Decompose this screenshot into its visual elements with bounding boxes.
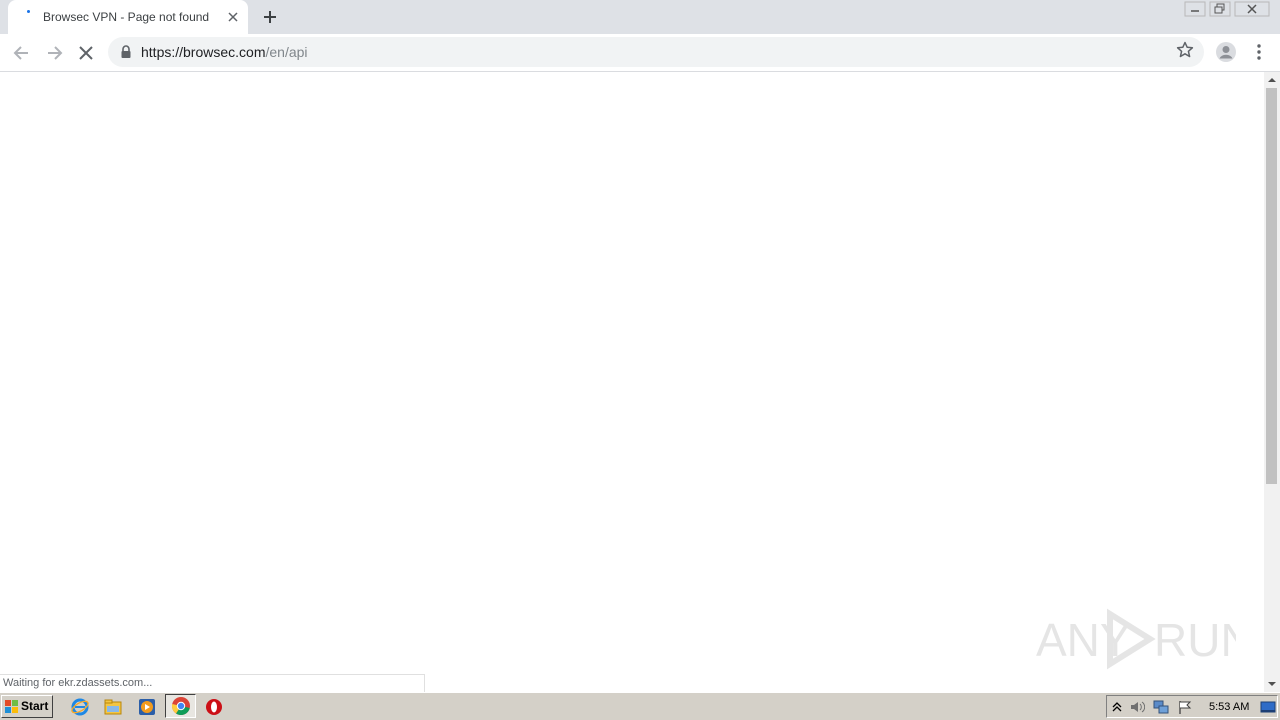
action-center-flag-icon[interactable] xyxy=(1177,699,1193,715)
scroll-up-arrow-icon[interactable] xyxy=(1264,72,1280,88)
windows-flag-icon xyxy=(5,700,18,713)
volume-icon[interactable] xyxy=(1129,699,1145,715)
restore-icon[interactable] xyxy=(1209,1,1231,17)
chrome-taskbar-button[interactable] xyxy=(165,694,196,718)
opera-icon[interactable] xyxy=(204,697,224,717)
browser-toolbar: https://browsec.com/en/api xyxy=(0,34,1280,72)
status-text: Waiting for ekr.zdassets.com... xyxy=(3,677,153,689)
taskbar-clock[interactable]: 5:53 AM xyxy=(1209,701,1249,713)
address-bar[interactable]: https://browsec.com/en/api xyxy=(108,37,1204,67)
window-close-icon[interactable] xyxy=(1234,1,1270,17)
tab-title: Browsec VPN - Page not found xyxy=(43,10,210,24)
chrome-icon xyxy=(171,697,190,716)
system-tray xyxy=(1106,695,1278,718)
anyrun-watermark-logo: ANY RUN xyxy=(1036,608,1236,670)
minimize-icon[interactable] xyxy=(1184,1,1206,17)
windows-taskbar: Start 5:53 AM xyxy=(0,692,1280,720)
media-player-icon[interactable] xyxy=(137,697,157,717)
url-host: https://browsec.com xyxy=(141,44,266,60)
tab-strip: Browsec VPN - Page not found xyxy=(0,0,1280,34)
lock-icon[interactable] xyxy=(120,45,132,59)
start-label: Start xyxy=(21,699,49,713)
status-bubble: Waiting for ekr.zdassets.com... xyxy=(0,674,425,693)
forward-arrow-icon[interactable] xyxy=(43,42,65,64)
network-icon[interactable] xyxy=(1153,699,1169,715)
internet-explorer-icon[interactable] xyxy=(70,697,90,717)
profile-avatar-icon[interactable] xyxy=(1215,41,1237,63)
file-explorer-icon[interactable] xyxy=(103,697,123,717)
vertical-scrollbar[interactable] xyxy=(1264,72,1280,692)
stop-loading-icon[interactable] xyxy=(75,42,97,64)
start-button[interactable]: Start xyxy=(1,695,53,718)
show-hidden-icons-chevron-icon[interactable] xyxy=(1109,699,1125,715)
back-arrow-icon[interactable] xyxy=(11,42,33,64)
tab-close-icon[interactable] xyxy=(226,10,240,24)
show-desktop-icon[interactable] xyxy=(1260,699,1276,715)
scroll-thumb[interactable] xyxy=(1266,88,1277,484)
watermark-text-right: RUN xyxy=(1154,614,1236,666)
menu-kebab-icon[interactable] xyxy=(1251,42,1267,62)
page-viewport xyxy=(0,72,1264,692)
scroll-down-arrow-icon[interactable] xyxy=(1264,676,1280,692)
new-tab-button[interactable] xyxy=(260,7,280,27)
loading-favicon-icon xyxy=(26,10,32,16)
url-path: /en/api xyxy=(265,44,308,60)
url-text[interactable]: https://browsec.com/en/api xyxy=(141,44,308,60)
tab-browsec[interactable]: Browsec VPN - Page not found xyxy=(8,0,248,34)
bookmark-star-icon[interactable] xyxy=(1176,41,1194,59)
